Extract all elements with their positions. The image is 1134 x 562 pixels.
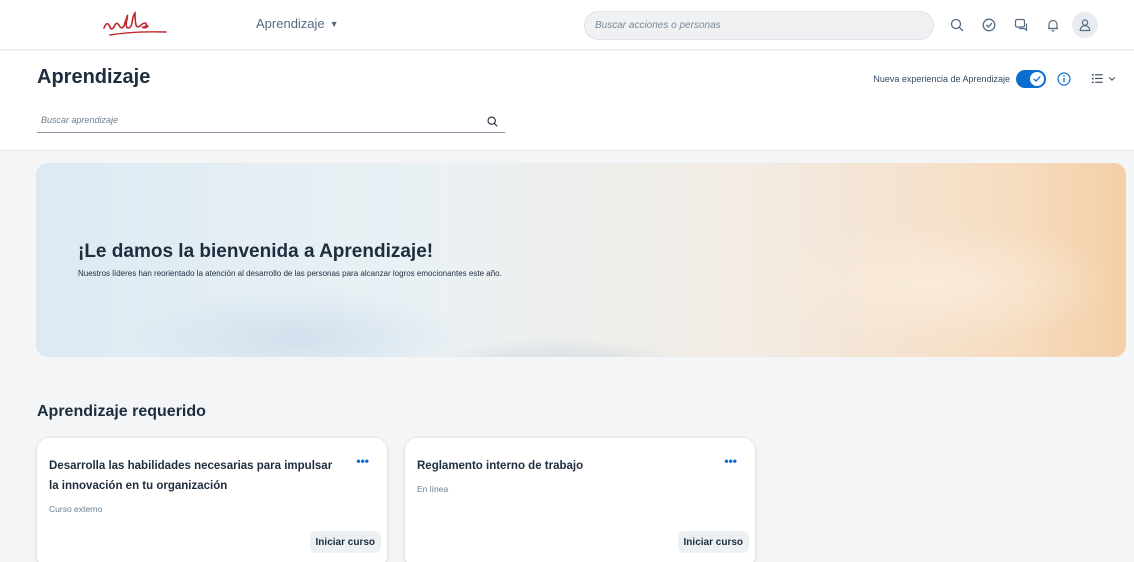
chat-icon[interactable] bbox=[1008, 13, 1034, 37]
list-icon bbox=[1091, 73, 1103, 84]
check-circle-icon[interactable] bbox=[976, 13, 1002, 37]
chevron-down-icon bbox=[1108, 76, 1116, 81]
course-title[interactable]: Desarrolla las habilidades necesarias pa… bbox=[49, 456, 339, 496]
user-icon bbox=[1079, 19, 1091, 32]
start-course-button[interactable]: Iniciar curso bbox=[677, 531, 749, 553]
app-nav-menu[interactable]: Aprendizaje ▼ bbox=[256, 16, 339, 31]
course-type: Curso externo bbox=[49, 504, 103, 514]
welcome-banner: ¡Le damos la bienvenida a Aprendizaje! N… bbox=[36, 163, 1126, 357]
new-experience-label: Nueva experiencia de Aprendizaje bbox=[873, 73, 1010, 84]
toggle-knob bbox=[1030, 71, 1044, 86]
course-card[interactable]: Reglamento interno de trabajo ••• En lín… bbox=[405, 438, 755, 562]
global-search[interactable] bbox=[584, 11, 934, 40]
banner-subtitle: Nuestros líderes han reorientado la aten… bbox=[78, 269, 502, 278]
section-title: Aprendizaje requerido bbox=[37, 403, 206, 420]
search-icon[interactable] bbox=[944, 13, 970, 37]
more-options-icon[interactable]: ••• bbox=[724, 454, 737, 468]
shell-actions bbox=[944, 12, 1104, 38]
learning-search[interactable] bbox=[37, 109, 505, 133]
start-course-button[interactable]: Iniciar curso bbox=[309, 531, 381, 553]
new-experience-toggle[interactable] bbox=[1016, 69, 1046, 88]
banner-title: ¡Le damos la bienvenida a Aprendizaje! bbox=[78, 241, 434, 262]
user-avatar[interactable] bbox=[1072, 12, 1098, 38]
more-options-icon[interactable]: ••• bbox=[356, 454, 369, 468]
course-title[interactable]: Reglamento interno de trabajo bbox=[417, 456, 707, 476]
page-header: Aprendizaje Nueva experiencia de Aprendi… bbox=[0, 51, 1134, 151]
shell-bar: Aprendizaje ▼ bbox=[0, 0, 1134, 50]
header-actions: Nueva experiencia de Aprendizaje bbox=[873, 69, 1120, 88]
global-search-input[interactable] bbox=[585, 12, 933, 39]
caret-down-icon: ▼ bbox=[329, 18, 339, 29]
udla-logo[interactable] bbox=[100, 8, 172, 42]
page-title: Aprendizaje bbox=[37, 66, 151, 88]
course-type: En línea bbox=[417, 484, 449, 494]
checkmark-icon bbox=[1033, 75, 1041, 82]
info-icon[interactable] bbox=[1056, 71, 1072, 87]
learning-search-input[interactable] bbox=[37, 109, 477, 131]
app-nav-menu-label: Aprendizaje bbox=[256, 16, 325, 31]
search-icon[interactable] bbox=[483, 112, 501, 130]
course-card[interactable]: Desarrolla las habilidades necesarias pa… bbox=[37, 438, 387, 562]
bell-icon[interactable] bbox=[1040, 13, 1066, 37]
view-options-button[interactable] bbox=[1086, 69, 1120, 88]
